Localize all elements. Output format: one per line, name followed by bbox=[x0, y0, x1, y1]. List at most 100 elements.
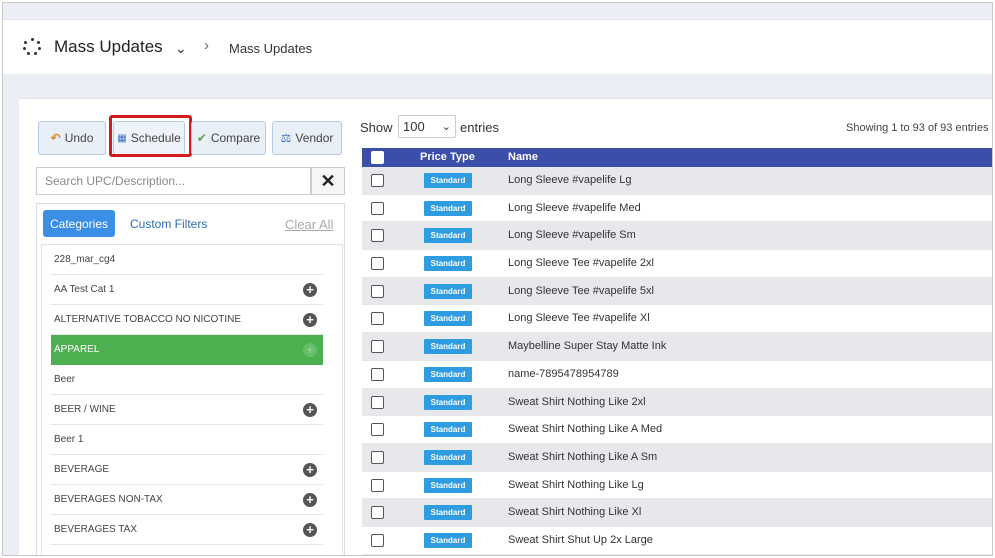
price-type-badge: Standard bbox=[424, 532, 472, 548]
select-all-checkbox[interactable] bbox=[371, 151, 384, 164]
table-row[interactable]: Standard Long Sleeve Tee #vapelife Xl bbox=[362, 305, 992, 334]
column-header-name[interactable]: Name bbox=[508, 151, 538, 163]
item-name: Long Sleeve #vapelife Sm bbox=[508, 229, 636, 242]
loading-spinner-icon bbox=[23, 38, 41, 56]
row-checkbox[interactable] bbox=[371, 284, 384, 298]
add-circle-icon[interactable]: + bbox=[303, 283, 317, 297]
category-item[interactable]: APPAREL + bbox=[51, 335, 323, 365]
add-circle-icon[interactable]: + bbox=[303, 493, 317, 507]
category-item[interactable]: Beer bbox=[51, 365, 323, 395]
add-circle-icon[interactable]: + bbox=[303, 523, 317, 537]
category-item[interactable]: BEER / WINE + bbox=[51, 395, 323, 425]
column-header-price-type[interactable]: Price Type bbox=[420, 151, 475, 163]
vendor-button[interactable]: ⚖ Vendor bbox=[272, 121, 342, 155]
tab-custom-filters[interactable]: Custom Filters bbox=[130, 217, 207, 231]
row-checkbox[interactable] bbox=[371, 257, 384, 271]
entries-label: entries bbox=[460, 120, 500, 135]
row-checkbox[interactable] bbox=[371, 423, 384, 437]
category-item[interactable]: BEVERAGES TAX + bbox=[51, 515, 323, 545]
table-row[interactable]: Standard Sweat Shirt Nothing Like 2xl bbox=[362, 388, 992, 417]
category-item[interactable]: 228_mar_cg4 bbox=[51, 245, 323, 275]
price-type-badge: Standard bbox=[424, 200, 472, 216]
table-row[interactable]: Standard Sweat Shirt Nothing Like Xl bbox=[362, 499, 992, 527]
row-checkbox[interactable] bbox=[371, 506, 384, 520]
item-name: Long Sleeve Tee #vapelife Xl bbox=[508, 312, 650, 325]
row-checkbox[interactable] bbox=[371, 533, 384, 547]
row-checkbox[interactable] bbox=[371, 229, 384, 243]
category-item[interactable]: BEVERAGES NON-TAX + bbox=[51, 485, 323, 515]
clear-all-link[interactable]: Clear All bbox=[285, 217, 333, 232]
row-checkbox[interactable] bbox=[371, 450, 384, 464]
table-row[interactable]: Standard Sweat Shirt Nothing Like Lg bbox=[362, 472, 992, 500]
breadcrumb[interactable]: Mass Updates bbox=[229, 41, 312, 56]
items-table: Price Type Name Standard Long Sleeve #vap… bbox=[362, 148, 992, 555]
add-circle-icon[interactable]: + bbox=[303, 343, 317, 357]
row-checkbox[interactable] bbox=[371, 340, 384, 354]
search-input[interactable] bbox=[36, 167, 311, 195]
category-label: APPAREL bbox=[54, 344, 100, 355]
clear-search-icon[interactable]: ✕ bbox=[311, 167, 345, 195]
category-label: 228_mar_cg4 bbox=[54, 254, 116, 265]
add-circle-icon[interactable]: + bbox=[303, 313, 317, 327]
category-label: BEVERAGE bbox=[54, 464, 110, 475]
category-item[interactable]: AA Test Cat 1 + bbox=[51, 275, 323, 305]
category-item[interactable]: ALTERNATIVE TOBACCO NO NICOTINE + bbox=[51, 305, 323, 335]
row-checkbox[interactable] bbox=[371, 395, 384, 409]
row-checkbox[interactable] bbox=[371, 478, 384, 492]
item-name: Sweat Shirt Nothing Like A Sm bbox=[508, 450, 658, 463]
category-filter-panel: Categories Custom Filters Clear All 228_… bbox=[36, 203, 345, 555]
table-row[interactable]: Standard Long Sleeve Tee #vapelife 5xl bbox=[362, 277, 992, 306]
table-row[interactable]: Standard Sweat Shirt Shut Up 2x Large bbox=[362, 527, 992, 555]
category-item[interactable]: BEVERAGE + bbox=[51, 455, 323, 485]
chevron-down-icon[interactable]: ⌄ bbox=[175, 40, 187, 57]
item-name: Long Sleeve Tee #vapelife 2xl bbox=[508, 257, 654, 270]
price-type-badge: Standard bbox=[424, 366, 472, 382]
row-checkbox[interactable] bbox=[371, 367, 384, 381]
table-row[interactable]: Standard Long Sleeve #vapelife Lg bbox=[362, 167, 992, 195]
thumbs-up-icon: ✔ bbox=[196, 131, 207, 145]
table-row[interactable]: Standard Sweat Shirt Nothing Like A Sm bbox=[362, 443, 992, 472]
category-list: 228_mar_cg4 AA Test Cat 1 + ALTERNATIVE TOB… bbox=[41, 244, 343, 555]
category-label: Beer bbox=[54, 374, 76, 385]
compare-button[interactable]: ✔ Compare bbox=[191, 121, 266, 155]
chevron-right-icon: › bbox=[204, 37, 209, 54]
vendor-label: Vendor bbox=[295, 131, 334, 145]
item-name: Long Sleeve #vapelife Lg bbox=[508, 174, 632, 186]
price-type-badge: Standard bbox=[424, 449, 472, 465]
table-row[interactable]: Standard Maybelline Super Stay Matte Ink bbox=[362, 333, 992, 361]
chevron-down-icon: ⌄ bbox=[441, 121, 451, 133]
table-row[interactable]: Standard Long Sleeve #vapelife Sm bbox=[362, 222, 992, 251]
price-type-badge: Standard bbox=[424, 228, 472, 244]
price-type-badge: Standard bbox=[424, 256, 472, 272]
price-type-badge: Standard bbox=[424, 283, 472, 299]
item-name: Sweat Shirt Nothing Like A Med bbox=[508, 423, 663, 436]
price-type-badge: Standard bbox=[424, 311, 472, 327]
table-body: Standard Long Sleeve #vapelife Lg Standard… bbox=[362, 167, 992, 555]
page-size-select[interactable]: 100 ⌄ bbox=[398, 115, 456, 138]
category-label: BEER / WINE bbox=[54, 404, 116, 415]
item-name: name-7895478954789 bbox=[508, 367, 619, 380]
add-circle-icon[interactable]: + bbox=[303, 403, 317, 417]
item-name: Long Sleeve #vapelife Med bbox=[508, 201, 641, 214]
row-checkbox[interactable] bbox=[371, 201, 384, 215]
undo-button[interactable]: ↶ Undo bbox=[38, 121, 106, 155]
page-size-value: 100 bbox=[403, 119, 425, 134]
category-label: ALTERNATIVE TOBACCO NO NICOTINE bbox=[54, 314, 242, 325]
add-circle-icon[interactable]: + bbox=[303, 463, 317, 477]
category-label: Beer 1 bbox=[54, 434, 84, 445]
category-item[interactable]: Beer 1 bbox=[51, 425, 323, 455]
page-title: Mass Updates bbox=[54, 37, 163, 56]
top-bar: Mass Updates ⌄ › Mass Updates bbox=[3, 19, 992, 74]
row-checkbox[interactable] bbox=[371, 174, 384, 187]
price-type-badge: Standard bbox=[424, 339, 472, 355]
tab-categories[interactable]: Categories bbox=[43, 210, 115, 237]
table-row[interactable]: Standard Sweat Shirt Nothing Like A Med bbox=[362, 416, 992, 444]
item-name: Sweat Shirt Nothing Like Xl bbox=[508, 506, 642, 519]
main-panel: ↶ Undo ▦ Schedule ✔ Compare ⚖ Vendor ✕ C… bbox=[19, 98, 992, 555]
table-row[interactable]: Standard Long Sleeve #vapelife Med bbox=[362, 195, 992, 223]
table-info: Showing 1 to 93 of 93 entries bbox=[846, 122, 989, 134]
category-label: BEVERAGES NON-TAX bbox=[54, 494, 163, 505]
row-checkbox[interactable] bbox=[371, 312, 384, 326]
table-row[interactable]: Standard name-7895478954789 bbox=[362, 361, 992, 389]
table-row[interactable]: Standard Long Sleeve Tee #vapelife 2xl bbox=[362, 250, 992, 278]
